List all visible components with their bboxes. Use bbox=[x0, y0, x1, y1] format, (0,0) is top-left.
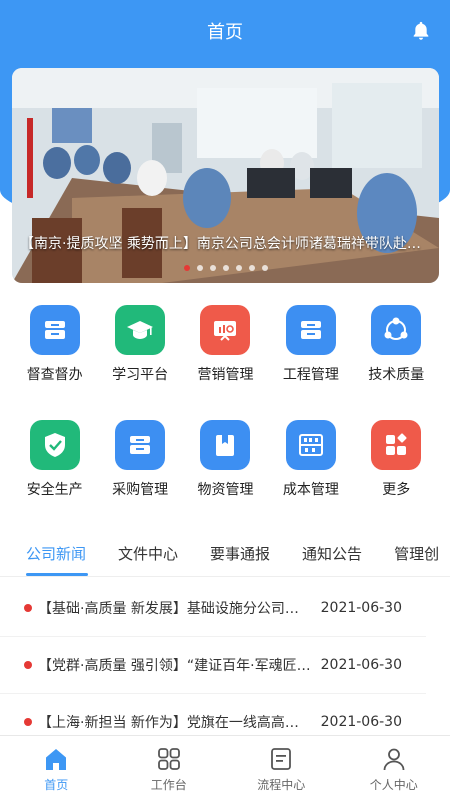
news-title: 【党群·高质量 强引领】“建证百年·军魂匠心” bbox=[38, 658, 311, 674]
document-icon bbox=[271, 748, 292, 770]
news-date: 2021-06-30 bbox=[320, 714, 402, 730]
news-date: 2021-06-30 bbox=[320, 600, 402, 616]
tab-notices[interactable]: 通知公告 bbox=[302, 540, 362, 576]
presentation-icon bbox=[200, 305, 251, 355]
function-grid: 督查督办 学习平台 营销管理 工程管理 技术质量 安全生产 采购管理 物资管理 … bbox=[12, 305, 439, 499]
grid-item-materials[interactable]: 物资管理 bbox=[183, 420, 268, 499]
tray-icon bbox=[285, 305, 336, 355]
box-icon bbox=[200, 420, 251, 470]
grid-label: 工程管理 bbox=[282, 367, 339, 383]
grid-label: 更多 bbox=[382, 482, 411, 498]
news-title: 【基础·高质量 新发展】基础设施分公司越来越好 bbox=[38, 601, 311, 617]
bell-icon[interactable] bbox=[410, 20, 432, 42]
news-tabs: 公司新闻 文件中心 要事通报 通知公告 管理创 bbox=[0, 540, 450, 576]
grid-label: 物资管理 bbox=[197, 482, 254, 498]
grid-item-engineering[interactable]: 工程管理 bbox=[268, 305, 353, 384]
tabbar-label: 首页 bbox=[44, 778, 69, 792]
grid-item-marketing[interactable]: 营销管理 bbox=[183, 305, 268, 384]
apps-icon bbox=[371, 420, 422, 470]
unread-dot bbox=[24, 604, 32, 612]
grid-label: 技术质量 bbox=[368, 367, 425, 383]
tabbar-item-process-center[interactable]: 流程中心 bbox=[225, 736, 338, 800]
tab-file-center[interactable]: 文件中心 bbox=[118, 540, 178, 576]
carousel-dot[interactable] bbox=[261, 265, 268, 271]
banner-carousel[interactable]: 【南京·提质攻坚 乘势而上】南京公司总会计师诸葛瑞祥带队赴前线调研指导 bbox=[12, 68, 439, 283]
grid-label: 督查督办 bbox=[26, 367, 83, 383]
unread-dot bbox=[24, 661, 32, 669]
network-icon bbox=[371, 305, 422, 355]
shield-check-icon bbox=[29, 420, 80, 470]
news-date: 2021-06-30 bbox=[320, 657, 402, 673]
abacus-icon bbox=[285, 420, 336, 470]
page-title: 首页 bbox=[207, 22, 243, 43]
grid-item-supervision[interactable]: 督查督办 bbox=[12, 305, 97, 384]
carousel-dot[interactable] bbox=[196, 265, 203, 271]
tray-icon bbox=[29, 305, 80, 355]
grid-item-procurement[interactable]: 采购管理 bbox=[97, 420, 182, 499]
grid-item-cost[interactable]: 成本管理 bbox=[268, 420, 353, 499]
tab-company-news[interactable]: 公司新闻 bbox=[26, 540, 89, 576]
grid-icon bbox=[157, 748, 180, 770]
carousel-dot[interactable] bbox=[248, 265, 255, 271]
news-title: 【上海·新担当 新作为】党旗在一线高高飘扬 bbox=[38, 715, 311, 731]
news-list: 【基础·高质量 新发展】基础设施分公司越来越好 2021-06-30 【党群·高… bbox=[0, 580, 450, 751]
grid-label: 安全生产 bbox=[26, 482, 83, 498]
tabbar-label: 个人中心 bbox=[369, 778, 418, 792]
grid-item-learning[interactable]: 学习平台 bbox=[97, 305, 182, 384]
tab-management-innovation[interactable]: 管理创 bbox=[394, 540, 439, 576]
tabs-divider bbox=[0, 576, 450, 577]
tabbar-item-profile[interactable]: 个人中心 bbox=[338, 736, 450, 800]
list-item[interactable]: 【基础·高质量 新发展】基础设施分公司越来越好 2021-06-30 bbox=[0, 580, 426, 637]
grid-label: 成本管理 bbox=[282, 482, 339, 498]
bottom-tabbar: 首页 工作台 流程中心 个人中心 bbox=[0, 735, 450, 800]
banner-caption[interactable]: 【南京·提质攻坚 乘势而上】南京公司总会计师诸葛瑞祥带队赴前线调研指导 bbox=[12, 233, 439, 253]
grid-label: 学习平台 bbox=[112, 367, 169, 383]
tabbar-item-home[interactable]: 首页 bbox=[0, 736, 113, 800]
tabbar-label: 流程中心 bbox=[257, 778, 306, 792]
carousel-indicator bbox=[12, 265, 439, 271]
graduation-cap-icon bbox=[115, 305, 166, 355]
tabbar-label: 工作台 bbox=[150, 778, 187, 792]
grid-item-more[interactable]: 更多 bbox=[354, 420, 439, 499]
list-item[interactable]: 【党群·高质量 强引领】“建证百年·军魂匠心” 2021-06-30 bbox=[0, 637, 426, 694]
carousel-dot[interactable] bbox=[235, 265, 242, 271]
tray-icon bbox=[115, 420, 166, 470]
grid-label: 营销管理 bbox=[197, 367, 254, 383]
tab-key-bulletins[interactable]: 要事通报 bbox=[210, 540, 270, 576]
user-icon bbox=[383, 748, 405, 771]
tabbar-item-workbench[interactable]: 工作台 bbox=[113, 736, 226, 800]
carousel-dot[interactable] bbox=[183, 265, 190, 271]
carousel-dot[interactable] bbox=[209, 265, 216, 271]
unread-dot bbox=[24, 718, 32, 726]
grid-item-tech-quality[interactable]: 技术质量 bbox=[354, 305, 439, 384]
grid-item-safety[interactable]: 安全生产 bbox=[12, 420, 97, 499]
carousel-dot[interactable] bbox=[222, 265, 229, 271]
grid-label: 采购管理 bbox=[112, 482, 169, 498]
home-icon bbox=[46, 749, 67, 770]
title-bar: 首页 bbox=[0, 0, 450, 62]
